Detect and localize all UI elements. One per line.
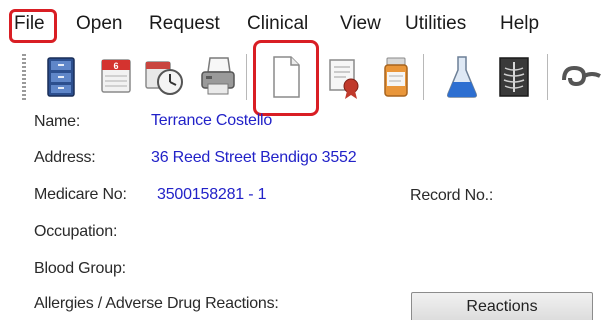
menu-help[interactable]: Help	[500, 12, 539, 36]
address-label: Address:	[34, 149, 96, 166]
appointment-clock-icon	[145, 61, 183, 95]
patient-address: 36 Reed Street Bendigo 3552	[151, 149, 357, 166]
menu-clinical[interactable]: Clinical	[247, 12, 308, 36]
name-label: Name:	[34, 113, 81, 130]
toolbar-grip[interactable]	[22, 54, 26, 100]
calendar-icon: 6	[101, 59, 131, 93]
certificate-button[interactable]	[322, 52, 366, 102]
patient-file-icon	[47, 57, 75, 97]
patient-name: Terrance Costello	[151, 112, 273, 129]
prescription-button[interactable]	[374, 52, 418, 102]
prescription-bottle-icon	[384, 57, 408, 97]
reactions-button[interactable]: Reactions	[411, 292, 593, 320]
stethoscope-icon	[562, 65, 601, 87]
pathology-button[interactable]	[440, 52, 484, 102]
toolbar-separator	[547, 54, 548, 100]
appointments-button[interactable]	[142, 52, 186, 102]
menu-request[interactable]: Request	[149, 12, 220, 36]
printer-icon	[201, 57, 235, 95]
menu-utilities[interactable]: Utilities	[405, 12, 466, 36]
print-button[interactable]	[196, 52, 240, 102]
toolbar-separator	[423, 54, 424, 100]
allergies-label: Allergies / Adverse Drug Reactions:	[34, 295, 279, 312]
patient-file-button[interactable]	[40, 52, 84, 102]
file-menu-highlight	[9, 9, 57, 43]
examination-button[interactable]	[558, 52, 602, 102]
calendar-button[interactable]: 6	[94, 52, 138, 102]
certificate-icon	[329, 59, 359, 99]
record-number-label: Record No.:	[410, 187, 494, 204]
calendar-day: 6	[113, 61, 118, 71]
toolbar-separator	[246, 54, 247, 100]
menu-open[interactable]: Open	[76, 12, 122, 36]
blood-group-label: Blood Group:	[34, 260, 126, 277]
radiology-button[interactable]	[492, 52, 536, 102]
menu-view[interactable]: View	[340, 12, 381, 36]
occupation-label: Occupation:	[34, 223, 118, 240]
medicare-label: Medicare No:	[34, 186, 127, 203]
lab-flask-icon	[447, 56, 477, 98]
new-document-highlight	[253, 40, 319, 116]
medicare-number: 3500158281 - 1	[157, 186, 267, 203]
xray-icon	[499, 57, 529, 97]
